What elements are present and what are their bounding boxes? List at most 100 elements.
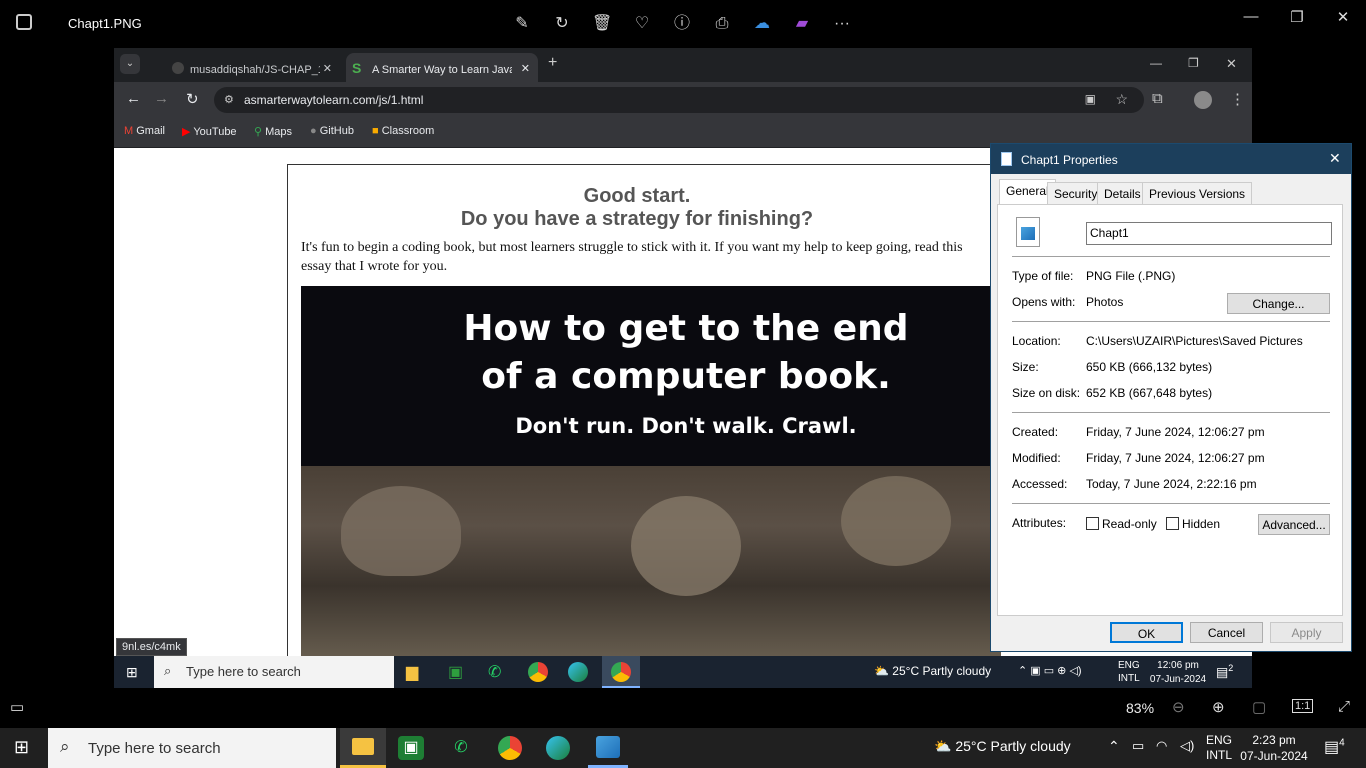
minimize-button[interactable]: — — [1236, 8, 1266, 28]
bookmark-youtube[interactable]: ▶ YouTube — [182, 125, 237, 138]
clock[interactable]: 12:06 pm 07-Jun-2024 — [1148, 659, 1208, 687]
url-input[interactable]: ⚙ asmarterwaytolearn.com/js/1.html ▣ ☆ — [214, 87, 1144, 113]
zoom-out-icon[interactable]: ⊖ — [1172, 698, 1185, 716]
advanced-button[interactable]: Advanced... — [1258, 514, 1330, 535]
smarterway-favicon: S — [352, 60, 362, 76]
bookmark-gmail[interactable]: M Gmail — [124, 125, 165, 137]
close-tab-icon[interactable]: ✕ — [323, 62, 332, 75]
extensions-icon[interactable]: ⧉ — [1152, 90, 1163, 107]
print-icon[interactable]: ⎙ — [712, 14, 732, 34]
reload-icon[interactable]: ↻ — [186, 90, 199, 108]
chrome-active-icon[interactable] — [602, 656, 640, 688]
accessed-label: Accessed: — [1012, 477, 1068, 491]
tab-search-button[interactable]: ⌄ — [120, 54, 140, 74]
menu-icon[interactable]: ⋮ — [1230, 90, 1245, 108]
crawling-people-photo — [301, 466, 1001, 656]
ok-button[interactable]: OK — [1110, 622, 1183, 643]
dialog-close-button[interactable]: ✕ — [1329, 150, 1341, 167]
search-placeholder: Type here to search — [186, 664, 301, 679]
back-icon[interactable]: ← — [126, 90, 141, 107]
onedrive-icon[interactable]: ☁ — [752, 14, 772, 34]
tab-details[interactable]: Details — [1097, 182, 1148, 204]
clock-time: 12:06 pm — [1157, 660, 1199, 671]
bookmark-label: Maps — [265, 126, 293, 138]
browser-restore-button[interactable]: ❐ — [1188, 56, 1199, 70]
language-indicator[interactable]: ENG INTL — [1206, 733, 1232, 763]
photos-app-icon — [16, 14, 32, 30]
clipchamp-icon[interactable]: ▰ — [792, 14, 812, 34]
forward-icon[interactable]: → — [154, 90, 169, 107]
bookmark-maps[interactable]: ⚲ Maps — [254, 125, 292, 138]
location-label: Location: — [1012, 334, 1061, 348]
search-icon: ⌕ — [60, 737, 70, 756]
weather-widget[interactable]: ⛅ 25°C Partly cloudy — [934, 738, 1071, 755]
notification-icon[interactable]: ▤2 — [1216, 663, 1233, 680]
rotate-icon[interactable]: ↻ — [552, 14, 572, 34]
wifi-icon[interactable]: ◠ — [1156, 738, 1167, 754]
chrome-taskbar-icon[interactable] — [498, 736, 522, 760]
volume-icon[interactable]: ◁) — [1180, 738, 1194, 754]
weather-widget[interactable]: ⛅ 25°C Partly cloudy — [874, 664, 991, 678]
tab-previous-versions[interactable]: Previous Versions — [1142, 182, 1253, 204]
cancel-button[interactable]: Cancel — [1190, 622, 1263, 643]
disk-value: 652 KB (667,648 bytes) — [1086, 386, 1213, 400]
classroom-taskbar-icon[interactable]: ▣ — [398, 736, 424, 760]
essay-banner-image[interactable]: How to get to the end of a computer book… — [301, 286, 1001, 656]
notification-center-icon[interactable]: ▤4 — [1324, 737, 1345, 757]
favorite-icon[interactable]: ♡ — [632, 14, 652, 34]
photos-taskbar-icon[interactable] — [588, 728, 628, 768]
bookmark-star-icon[interactable]: ☆ — [1115, 91, 1128, 108]
whatsapp-taskbar-icon[interactable]: ✆ — [448, 736, 474, 760]
edit-icon[interactable]: ✎ — [512, 14, 532, 34]
change-button[interactable]: Change... — [1227, 293, 1330, 314]
file-explorer-icon[interactable]: ▆ — [406, 662, 418, 682]
zoom-in-icon[interactable]: ⊕ — [1212, 698, 1225, 716]
camera-blocked-icon[interactable]: ▣ — [1085, 92, 1096, 106]
opens-label: Opens with: — [1012, 295, 1076, 309]
address-bar-row: ← → ↻ ⚙ asmarterwaytolearn.com/js/1.html… — [114, 82, 1252, 118]
info-icon[interactable]: ⓘ — [672, 14, 692, 34]
edge-taskbar-icon[interactable] — [546, 736, 570, 760]
chrome-icon[interactable] — [528, 662, 548, 682]
taskbar-search-box[interactable]: ⌕ Type here to search — [154, 656, 394, 688]
browser-close-button[interactable]: ✕ — [1226, 56, 1237, 72]
readonly-checkbox[interactable] — [1086, 517, 1099, 530]
classroom-app-icon[interactable]: ▣ — [448, 662, 463, 682]
close-tab-icon[interactable]: ✕ — [521, 62, 530, 75]
clock[interactable]: 2:23 pm 07-Jun-2024 — [1236, 732, 1312, 764]
fit-window-icon[interactable]: ▢ — [1252, 698, 1266, 716]
whatsapp-icon[interactable]: ✆ — [488, 662, 501, 682]
apply-button[interactable]: Apply — [1270, 622, 1343, 643]
new-tab-button[interactable]: + — [548, 54, 557, 72]
taskbar-search-input[interactable]: ⌕ Type here to search — [48, 728, 336, 768]
attributes-label: Attributes: — [1012, 516, 1067, 530]
filename-input[interactable]: Chapt1 — [1086, 222, 1332, 245]
edge-icon[interactable] — [568, 662, 588, 682]
language-indicator[interactable]: ENG INTL — [1118, 659, 1140, 685]
close-button[interactable]: ✕ — [1328, 8, 1358, 28]
tray-icons[interactable]: ⌃ ▣ ▭ ⊕ ◁) — [1018, 664, 1082, 677]
more-icon[interactable]: ··· — [832, 14, 852, 34]
bookmark-github[interactable]: ● GitHub — [310, 125, 354, 137]
fullscreen-icon[interactable]: ⤢ — [1338, 698, 1350, 715]
tab-security[interactable]: Security — [1047, 182, 1105, 204]
windows-start-icon[interactable]: ⊞ — [126, 664, 138, 681]
bookmark-classroom[interactable]: ■ Classroom — [372, 125, 434, 137]
disk-label: Size on disk: — [1012, 386, 1081, 400]
file-explorer-taskbar-icon[interactable] — [340, 728, 386, 768]
browser-minimize-button[interactable]: — — [1150, 56, 1162, 70]
tab-smarterway[interactable]: S A Smarter Way to Learn JavaScript ✕ — [346, 53, 538, 82]
restore-button[interactable]: ❐ — [1282, 8, 1312, 28]
start-icon[interactable]: ⊞ — [14, 737, 29, 758]
tab-github[interactable]: musaddiqshah/JS-CHAP_1to_12 ✕ — [148, 53, 340, 82]
battery-icon[interactable]: ▭ — [1132, 738, 1144, 754]
delete-icon[interactable]: 🗑 — [592, 14, 612, 34]
show-hidden-icons[interactable]: ⌃ — [1108, 738, 1120, 755]
profile-avatar[interactable] — [1194, 91, 1212, 109]
filmstrip-icon[interactable]: ▭ — [10, 698, 24, 716]
site-info-icon[interactable]: ⚙ — [224, 93, 234, 106]
hidden-checkbox[interactable] — [1166, 517, 1179, 530]
actual-size-icon[interactable]: 1:1 — [1292, 699, 1314, 713]
intro-line-2[interactable]: essay that I wrote for you. — [301, 257, 1001, 276]
youtube-icon: ▶ — [182, 126, 191, 138]
